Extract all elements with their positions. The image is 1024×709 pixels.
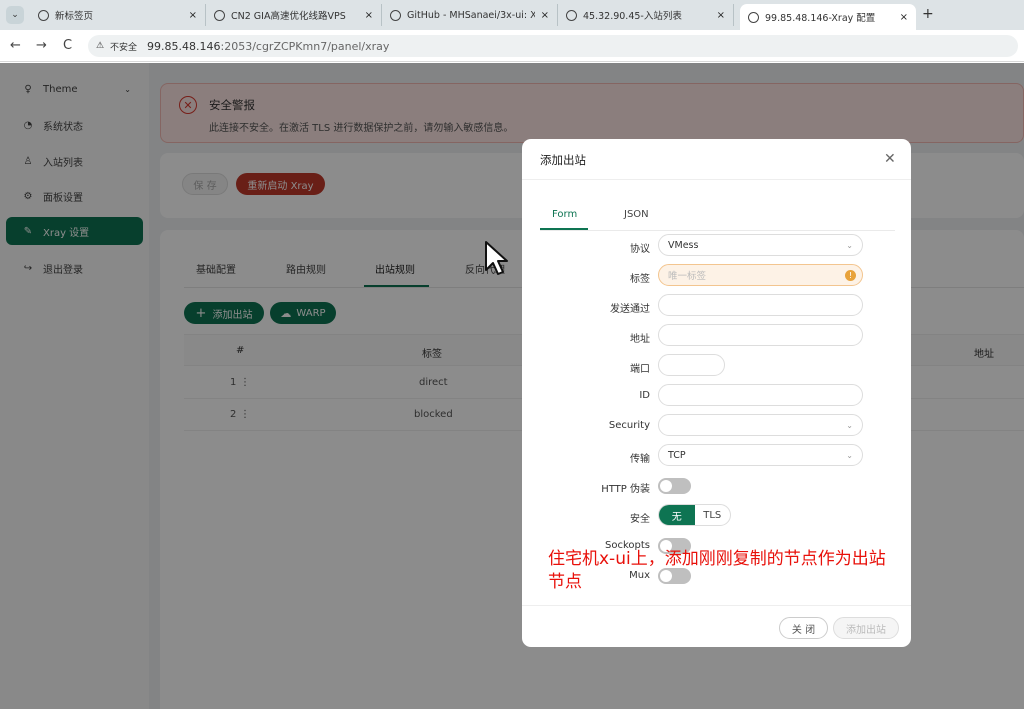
transport-value: TCP (668, 449, 686, 461)
tls-option-none[interactable]: 无 (659, 505, 695, 525)
tab-search-button[interactable]: ⌄ (6, 6, 24, 24)
tab-title: CN2 GIA高速优化线路VPS (231, 11, 346, 22)
send-through-label: 发送通过 (610, 304, 650, 315)
transport-select[interactable]: TCP ⌄ (658, 444, 863, 466)
transport-label: 传输 (630, 454, 650, 465)
browser-tab[interactable]: CN2 GIA高速优化线路VPS × (206, 4, 382, 26)
close-icon[interactable]: × (189, 10, 197, 21)
protocol-select[interactable]: VMess ⌄ (658, 234, 863, 256)
close-button[interactable]: 关 闭 (779, 617, 828, 639)
mouse-cursor-icon (485, 241, 508, 275)
modal-title: 添加出站 (540, 153, 586, 167)
security-select[interactable]: ⌄ (658, 414, 863, 436)
url-text: 99.85.48.146:2053/cgrZCPKmn7/panel/xray (147, 40, 389, 53)
video-caption: 住宅机x-ui上，添加刚刚复制的节点作为出站节点 (548, 549, 886, 592)
browser-tab[interactable]: 新标签页 × (30, 4, 206, 26)
port-input[interactable] (658, 354, 725, 376)
url-path: :2053/cgrZCPKmn7/panel/xray (220, 39, 390, 53)
url-host: 99.85.48.146 (147, 39, 221, 53)
protocol-label: 协议 (630, 244, 650, 255)
close-icon[interactable]: × (541, 10, 549, 21)
tab-title: 99.85.48.146-Xray 配置 (765, 13, 876, 24)
chevron-down-icon: ⌄ (846, 450, 853, 460)
close-icon[interactable]: × (717, 10, 725, 21)
http-obfs-toggle[interactable] (658, 478, 691, 494)
tls-security-segmented[interactable]: 无 TLS (658, 504, 731, 526)
new-tab-icon[interactable]: + (922, 6, 934, 22)
security-indicator[interactable]: ⚠ 不安全 (96, 40, 137, 53)
chrome-icon (38, 9, 49, 21)
forward-icon[interactable]: → (36, 38, 47, 53)
id-input[interactable] (658, 384, 863, 406)
close-icon[interactable]: × (900, 12, 908, 23)
close-icon[interactable]: ✕ (884, 151, 896, 167)
back-icon[interactable]: ← (10, 38, 21, 53)
tag-input[interactable]: 唯一标签 ! (658, 264, 863, 286)
tag-label: 标签 (630, 274, 650, 285)
browser-tab-bar: ⌄ 新标签页 × CN2 GIA高速优化线路VPS × GitHub - MHS… (0, 0, 1024, 30)
warning-icon: ⚠ (96, 41, 105, 51)
tab-title: 新标签页 (55, 11, 94, 22)
tab-title: GitHub - MHSanaei/3x-ui: Xr (407, 9, 535, 21)
modal-header-divider (522, 179, 911, 180)
tab-form[interactable]: Form (552, 209, 577, 220)
url-field[interactable]: ⚠ 不安全 99.85.48.146:2053/cgrZCPKmn7/panel… (88, 35, 1018, 57)
port-label: 端口 (630, 364, 650, 375)
protocol-value: VMess (668, 239, 699, 251)
warning-icon: ! (845, 269, 856, 281)
globe-icon (566, 9, 577, 21)
browser-tab[interactable]: 45.32.90.45-入站列表 × (558, 4, 734, 26)
address-input[interactable] (658, 324, 863, 346)
tls-security-label: 安全 (630, 514, 650, 525)
globe-icon (214, 9, 225, 21)
reload-icon[interactable]: C (63, 38, 72, 53)
chevron-down-icon: ⌄ (846, 420, 853, 430)
globe-icon (748, 11, 759, 23)
browser-tab-active[interactable]: 99.85.48.146-Xray 配置 × (740, 4, 916, 30)
github-icon (390, 9, 401, 21)
close-icon[interactable]: × (365, 10, 373, 21)
add-outbound-submit-button[interactable]: 添加出站 (833, 617, 899, 639)
address-bar: ← → C ⚠ 不安全 99.85.48.146:2053/cgrZCPKmn7… (0, 30, 1024, 62)
tls-option-tls[interactable]: TLS (695, 505, 731, 525)
tab-json[interactable]: JSON (624, 209, 649, 220)
http-obfs-label: HTTP 伪装 (601, 484, 650, 495)
browser-tab[interactable]: GitHub - MHSanaei/3x-ui: Xr × (382, 4, 558, 26)
address-label: 地址 (630, 334, 650, 345)
security-label: 不安全 (110, 42, 138, 53)
modal-footer-divider (522, 605, 911, 606)
tab-title: 45.32.90.45-入站列表 (583, 11, 682, 22)
id-label: ID (639, 390, 650, 401)
tag-placeholder: 唯一标签 (668, 271, 707, 282)
chevron-down-icon: ⌄ (846, 240, 853, 250)
tab-divider (540, 230, 895, 231)
send-through-input[interactable] (658, 294, 863, 316)
security-label: Security (608, 420, 650, 431)
